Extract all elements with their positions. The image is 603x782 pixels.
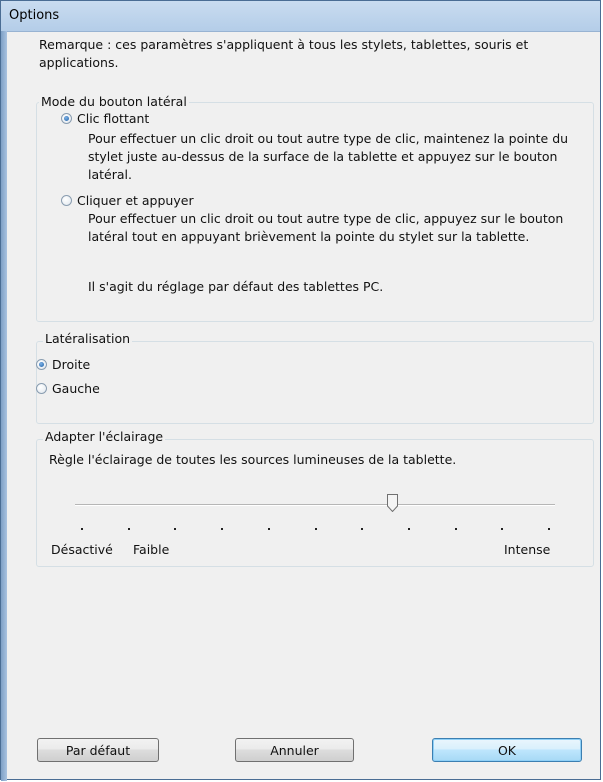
radio-button-checked[interactable]	[61, 113, 72, 124]
slider-tick	[81, 528, 83, 530]
handedness-group	[36, 341, 594, 424]
radio-label: Cliquer et appuyer	[77, 193, 194, 208]
label-intense: Intense	[504, 542, 551, 557]
slider-tick	[268, 528, 270, 530]
label-faible: Faible	[133, 542, 170, 557]
slider-tick	[128, 528, 130, 530]
options-window: Options Remarque : ces paramètres s'appl…	[0, 0, 601, 781]
default-setting-note: Il s'agit du réglage par défaut des tabl…	[88, 279, 384, 294]
window-title: Options	[9, 8, 60, 23]
slider-tick	[548, 528, 550, 530]
radio-cliquer-appuyer[interactable]: Cliquer et appuyer	[61, 193, 194, 208]
side-button-mode-legend: Mode du bouton latéral	[39, 94, 189, 110]
slider-tick	[221, 528, 223, 530]
radio-label: Gauche	[52, 381, 100, 396]
radio-button[interactable]	[61, 195, 72, 206]
slider-tick	[501, 528, 503, 530]
ok-button[interactable]: OK	[432, 738, 582, 762]
clic-flottant-description: Pour effectuer un clic droit ou tout aut…	[88, 131, 569, 182]
lighting-description: Règle l'éclairage de toutes les sources …	[49, 452, 457, 467]
lighting-slider-thumb[interactable]	[387, 494, 398, 512]
slider-tick	[408, 528, 410, 530]
handedness-legend: Latéralisation	[43, 331, 133, 347]
radio-clic-flottant[interactable]: Clic flottant	[61, 111, 149, 126]
radio-label: Clic flottant	[77, 111, 150, 126]
note-text: Remarque : ces paramètres s'appliquent à…	[39, 37, 529, 70]
radio-droite[interactable]: Droite	[36, 357, 90, 372]
radio-gauche[interactable]: Gauche	[36, 381, 100, 396]
slider-tick	[455, 528, 457, 530]
label-desactive: Désactivé	[51, 542, 113, 557]
lighting-legend: Adapter l'éclairage	[43, 429, 166, 445]
dialog-content: Remarque : ces paramètres s'appliquent à…	[7, 32, 599, 779]
lighting-slider-track[interactable]	[75, 504, 555, 506]
cliquer-appuyer-description: Pour effectuer un clic droit ou tout aut…	[88, 211, 564, 244]
title-bar[interactable]: Options	[1, 1, 600, 32]
cancel-button[interactable]: Annuler	[235, 738, 354, 762]
slider-tick	[174, 528, 176, 530]
slider-tick	[361, 528, 363, 530]
slider-tick	[315, 528, 317, 530]
default-button[interactable]: Par défaut	[37, 738, 159, 762]
radio-label: Droite	[52, 357, 91, 372]
radio-button-checked[interactable]	[36, 359, 47, 370]
radio-button[interactable]	[36, 383, 47, 394]
